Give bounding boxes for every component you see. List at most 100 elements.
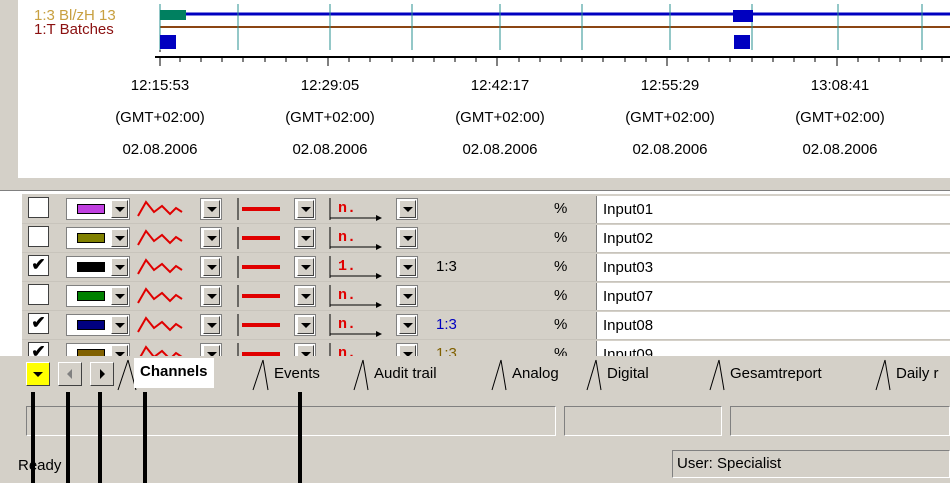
line-width-select[interactable] (294, 314, 316, 336)
channel-name: Input08 (596, 312, 950, 339)
dropdown-button[interactable] (111, 200, 128, 218)
dropdown-button[interactable] (399, 200, 416, 218)
channel-row[interactable]: ✔ 1. 1:3% Input03 (22, 252, 950, 282)
dropdown-button[interactable] (111, 316, 128, 334)
tab-menu-button[interactable] (26, 362, 50, 386)
dropdown-button[interactable] (203, 258, 220, 276)
channel-checkbox[interactable] (28, 226, 49, 247)
line-width-select[interactable] (294, 227, 316, 249)
channel-row[interactable]: n.% Input02 (22, 223, 950, 253)
dropdown-button[interactable] (297, 345, 314, 356)
tab-audit-trail[interactable]: Audit trail (368, 360, 443, 388)
tab-events[interactable]: Events (268, 360, 326, 388)
channel-row[interactable]: ✔ n. 1:3% Input08 (22, 310, 950, 340)
line-style-icon (137, 258, 183, 275)
scale-select[interactable] (396, 198, 418, 220)
line-style-icon (137, 200, 183, 217)
status-panel-2 (564, 406, 722, 436)
dropdown-button[interactable] (203, 287, 220, 305)
scale-value: n. (338, 287, 357, 304)
scale-select[interactable] (396, 343, 418, 356)
channel-value: 1:3 (436, 258, 457, 275)
line-width-select[interactable] (294, 343, 316, 356)
scale-select[interactable] (396, 227, 418, 249)
channel-unit: % (554, 258, 568, 275)
dropdown-button[interactable] (111, 287, 128, 305)
line-style-select[interactable] (200, 256, 222, 278)
time-label-5: 13:08:41 (GMT+02:00) 02.08.2006 (795, 77, 885, 158)
line-style-select[interactable] (200, 198, 222, 220)
line-width-select[interactable] (294, 285, 316, 307)
tab-analog[interactable]: Analog (506, 360, 565, 388)
channel-grid[interactable]: n.% Input01 n.% Input02 ✔ 1. 1:3% Input03 n.% Inp… (22, 194, 950, 356)
line-width-icon (237, 198, 280, 220)
color-select[interactable] (66, 227, 130, 249)
color-select[interactable] (66, 314, 130, 336)
pointer-line-1 (31, 392, 35, 483)
channel-name: Input03 (596, 254, 950, 281)
tab-daily-report[interactable]: Daily r (890, 360, 945, 388)
left-arrow-icon (67, 369, 72, 379)
scale-select[interactable] (396, 256, 418, 278)
channel-checkbox[interactable]: ✔ (28, 255, 49, 276)
channel-value: 1:3 (436, 345, 457, 356)
channel-checkbox[interactable]: ✔ (28, 342, 49, 356)
color-swatch (77, 262, 105, 272)
dropdown-button[interactable] (399, 345, 416, 356)
right-arrow-icon (100, 369, 105, 379)
line-style-select[interactable] (200, 227, 222, 249)
dropdown-button[interactable] (111, 229, 128, 247)
tab-channels[interactable]: Channels (134, 358, 214, 388)
pointer-line-2 (66, 392, 70, 483)
channel-name: Input01 (596, 196, 950, 223)
dropdown-button[interactable] (297, 316, 314, 334)
color-swatch (77, 349, 105, 356)
splitter-bar[interactable] (0, 178, 950, 191)
tab-digital[interactable]: Digital (601, 360, 655, 388)
scale-value: n. (338, 229, 357, 246)
dropdown-button[interactable] (203, 316, 220, 334)
scale-select[interactable] (396, 314, 418, 336)
tab-gesamtreport[interactable]: Gesamtreport (724, 360, 828, 388)
time-label-4: 12:55:29 (GMT+02:00) 02.08.2006 (625, 77, 715, 158)
scale-select[interactable] (396, 285, 418, 307)
line-width-icon (237, 314, 280, 336)
dropdown-button[interactable] (399, 229, 416, 247)
channel-checkbox[interactable]: ✔ (28, 313, 49, 334)
dropdown-button[interactable] (297, 287, 314, 305)
line-width-icon (237, 285, 280, 307)
line-width-select[interactable] (294, 256, 316, 278)
color-select[interactable] (66, 343, 130, 356)
time-axis-ticks (159, 57, 943, 66)
dropdown-button[interactable] (203, 229, 220, 247)
channel-unit: % (554, 287, 568, 304)
dropdown-button[interactable] (297, 200, 314, 218)
dropdown-button[interactable] (399, 287, 416, 305)
channel-row[interactable]: n.% Input01 (22, 194, 950, 224)
dropdown-button[interactable] (203, 200, 220, 218)
scroll-left-button[interactable] (58, 362, 82, 386)
line-style-select[interactable] (200, 343, 222, 356)
channel-checkbox[interactable] (28, 197, 49, 218)
line-width-icon (237, 227, 280, 249)
line-width-select[interactable] (294, 198, 316, 220)
line-style-select[interactable] (200, 314, 222, 336)
line-style-select[interactable] (200, 285, 222, 307)
dropdown-button[interactable] (297, 229, 314, 247)
channel-row[interactable]: ✔ n. 1:3% Input09 (22, 339, 950, 356)
scale-value: n. (338, 200, 357, 217)
color-select[interactable] (66, 256, 130, 278)
scroll-right-button[interactable] (90, 362, 114, 386)
color-select[interactable] (66, 198, 130, 220)
trend-chart[interactable]: 1:3 Bl/zH 13 1:T Batches 12:15:53 (GMT+02… (0, 0, 950, 178)
dropdown-button[interactable] (297, 258, 314, 276)
channel-checkbox[interactable] (28, 284, 49, 305)
dropdown-button[interactable] (111, 345, 128, 356)
dropdown-button[interactable] (203, 345, 220, 356)
channel-row[interactable]: n.% Input07 (22, 281, 950, 311)
scale-value: n. (338, 316, 357, 333)
dropdown-button[interactable] (399, 316, 416, 334)
color-select[interactable] (66, 285, 130, 307)
dropdown-button[interactable] (111, 258, 128, 276)
dropdown-button[interactable] (399, 258, 416, 276)
